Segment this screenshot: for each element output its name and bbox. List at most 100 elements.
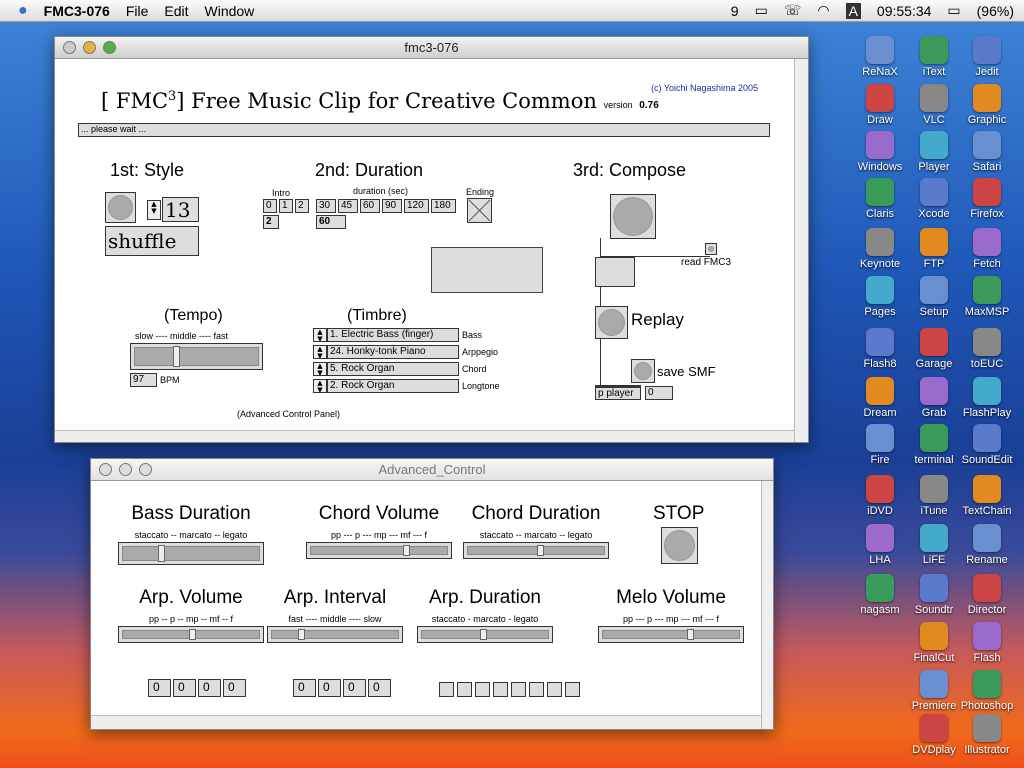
desktop-icon-fetch[interactable]: Fetch (960, 228, 1014, 270)
hscrollbar[interactable] (55, 430, 794, 442)
apple-menu-icon[interactable]: ● (18, 2, 28, 20)
player-value[interactable]: 0 (645, 386, 673, 400)
desktop-icon-toeuc[interactable]: toEUC (960, 328, 1014, 370)
number-box[interactable]: 0 (223, 679, 246, 697)
timbre-stepper[interactable]: ▲ ▼ (313, 328, 327, 343)
timbre-instrument-field[interactable]: 2. Rock Organ (327, 379, 459, 393)
desktop-icon-claris[interactable]: Claris (853, 178, 907, 220)
desktop-icon-windows[interactable]: Windows (853, 131, 907, 173)
intro-option-button[interactable]: 2 (295, 199, 309, 213)
duration-option-button[interactable]: 180 (431, 199, 456, 213)
menu-file[interactable]: File (126, 3, 149, 19)
style-stepper[interactable]: ▲ ▼ (147, 200, 161, 220)
player-object[interactable]: p player (595, 385, 641, 400)
timbre-instrument-field[interactable]: 5. Rock Organ (327, 362, 459, 376)
desktop-icon-keynote[interactable]: Keynote (853, 228, 907, 270)
advanced-control-link[interactable]: (Advanced Control Panel) (237, 409, 340, 419)
desktop-icon-nagasm[interactable]: nagasm (853, 574, 907, 616)
wifi-icon[interactable]: ◠ (817, 2, 829, 19)
number-box[interactable]: 0 (318, 679, 341, 697)
input-a-icon[interactable]: A (845, 2, 861, 19)
desktop-icon-illustrator[interactable]: Illustrator (960, 714, 1014, 756)
close-button[interactable] (63, 41, 76, 54)
desktop-icon-jedit[interactable]: Jedit (960, 36, 1014, 78)
toggle-box[interactable] (457, 682, 472, 697)
desktop-icon-premiere[interactable]: Premiere (907, 670, 961, 712)
read-fmc3-button[interactable] (705, 243, 717, 255)
desktop-icon-garage[interactable]: Garage (907, 328, 961, 370)
slider-thumb[interactable] (188, 629, 196, 640)
number-box[interactable]: 0 (293, 679, 316, 697)
number-box[interactable]: 0 (148, 679, 171, 697)
slider-chord-duration[interactable] (463, 542, 609, 559)
timbre-stepper[interactable]: ▲ ▼ (313, 379, 327, 394)
desktop-icon-firefox[interactable]: Firefox (960, 178, 1014, 220)
desktop-icon-idvd[interactable]: iDVD (853, 475, 907, 517)
display-icon[interactable]: ▭ (755, 2, 768, 19)
app-menu[interactable]: FMC3-076 (44, 3, 110, 19)
toggle-box[interactable] (493, 682, 508, 697)
desktop-icon-renax[interactable]: ReNaX (853, 36, 907, 78)
slider-melo-volume[interactable] (598, 626, 744, 643)
desktop-icon-rename[interactable]: Rename (960, 524, 1014, 566)
style-value[interactable]: shuffle (105, 226, 199, 256)
number-box[interactable]: 0 (343, 679, 366, 697)
toggle-box[interactable] (547, 682, 562, 697)
duration-option-button[interactable]: 120 (404, 199, 429, 213)
zoom-button[interactable] (139, 463, 152, 476)
timbre-instrument-field[interactable]: 24. Honky-tonk Piano (327, 345, 459, 359)
desktop-icon-flash[interactable]: Flash (960, 622, 1014, 664)
toggle-box[interactable] (529, 682, 544, 697)
slider-thumb[interactable] (537, 545, 545, 556)
desktop-icon-soundtr[interactable]: Soundtr (907, 574, 961, 616)
slider-arp-duration[interactable] (417, 626, 553, 643)
desktop-icon-photoshop[interactable]: Photoshop (960, 670, 1014, 712)
toggle-box[interactable] (475, 682, 490, 697)
slider-thumb[interactable] (298, 629, 306, 640)
desktop-icon-itext[interactable]: iText (907, 36, 961, 78)
clock[interactable]: 09:55:34 (877, 3, 932, 19)
desktop-icon-soundedit[interactable]: SoundEdit (960, 424, 1014, 466)
compose-button[interactable] (610, 194, 656, 239)
desktop-icon-maxmsp[interactable]: MaxMSP (960, 276, 1014, 318)
scrollbar[interactable] (761, 481, 773, 729)
timbre-stepper[interactable]: ▲ ▼ (313, 345, 327, 360)
phone-icon[interactable]: ☏ (784, 2, 802, 19)
menu-edit[interactable]: Edit (164, 3, 188, 19)
slider-chord-volume[interactable] (306, 542, 452, 559)
slider-thumb[interactable] (403, 545, 411, 556)
desktop-icon-life[interactable]: LiFE (907, 524, 961, 566)
gate-object[interactable] (595, 257, 635, 287)
desktop-icon-xcode[interactable]: Xcode (907, 178, 961, 220)
desktop-icon-draw[interactable]: Draw (853, 84, 907, 126)
battery-percent[interactable]: (96%) (977, 3, 1014, 19)
desktop-icon-terminal[interactable]: terminal (907, 424, 961, 466)
slider-thumb[interactable] (480, 629, 488, 640)
desktop-icon-textchain[interactable]: TextChain (960, 475, 1014, 517)
duration-option-button[interactable]: 90 (382, 199, 402, 213)
number-box[interactable]: 0 (173, 679, 196, 697)
intro-value[interactable]: 2 (263, 215, 279, 229)
style-random-button[interactable] (105, 192, 136, 223)
desktop-icon-flashplay[interactable]: FlashPlay (960, 377, 1014, 419)
desktop-icon-vlc[interactable]: VLC (907, 84, 961, 126)
title-bar[interactable]: Advanced_Control (91, 459, 773, 481)
desktop-icon-finalcut[interactable]: FinalCut (907, 622, 961, 664)
style-number[interactable]: 13 (162, 197, 199, 222)
desktop-icon-ftp[interactable]: FTP (907, 228, 961, 270)
stop-button[interactable] (661, 527, 698, 564)
desktop-icon-setup[interactable]: Setup (907, 276, 961, 318)
desktop-icon-dvdplay[interactable]: DVDplay (907, 714, 961, 756)
duration-value[interactable]: 60 (316, 215, 346, 229)
scrollbar[interactable] (794, 59, 808, 442)
tempo-slider[interactable] (130, 343, 263, 370)
desktop-icon-itune[interactable]: iTune (907, 475, 961, 517)
title-bar[interactable]: fmc3-076 (55, 37, 808, 59)
desktop-icon-director[interactable]: Director (960, 574, 1014, 616)
slider-thumb[interactable] (157, 545, 165, 562)
duration-option-button[interactable]: 60 (360, 199, 380, 213)
timbre-stepper[interactable]: ▲ ▼ (313, 362, 327, 377)
minimize-button[interactable] (83, 41, 96, 54)
desktop-icon-lha[interactable]: LHA (853, 524, 907, 566)
desktop-icon-graphic[interactable]: Graphic (960, 84, 1014, 126)
